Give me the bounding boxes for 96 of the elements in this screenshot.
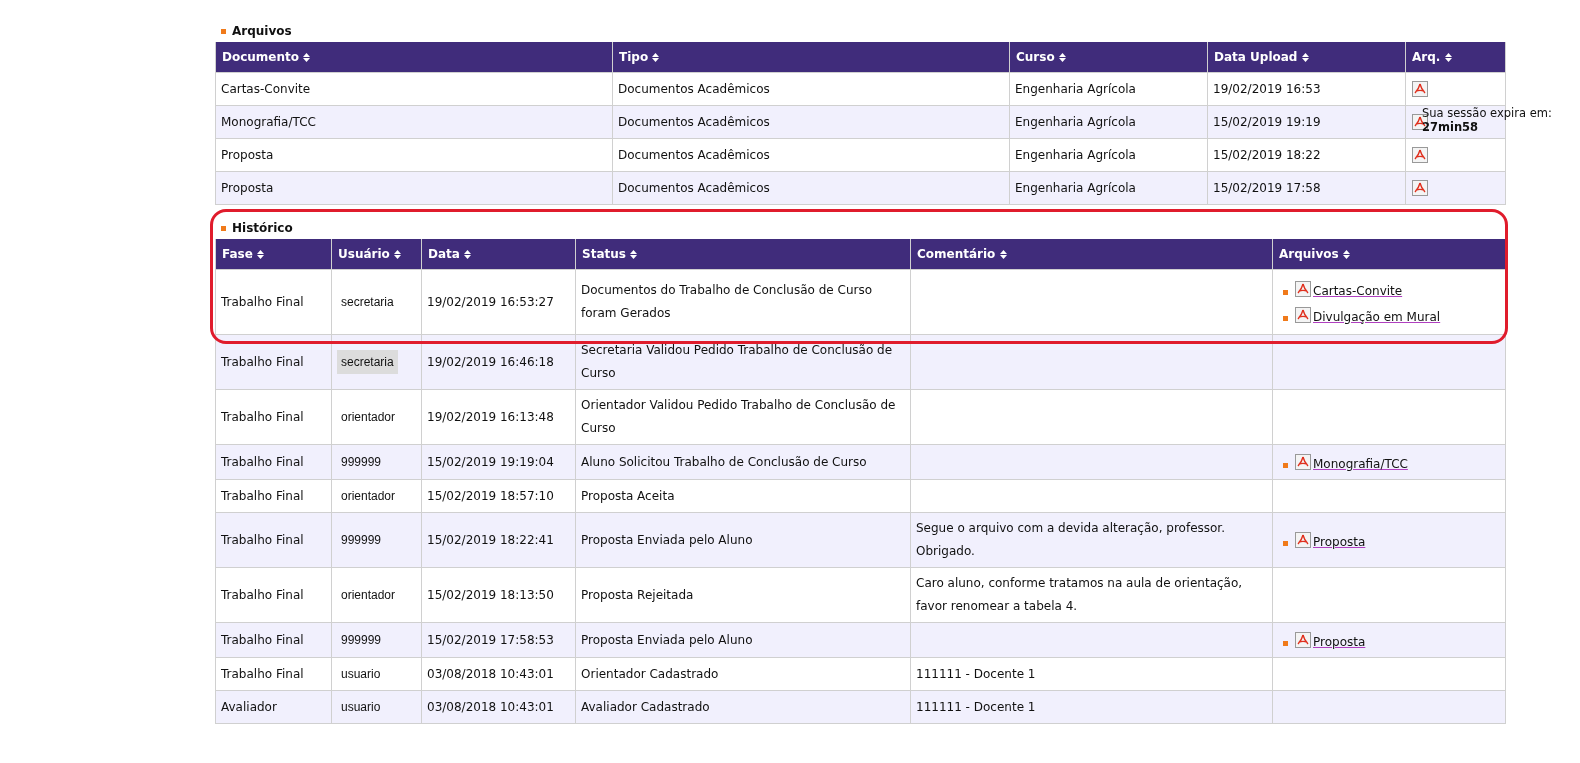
column-header[interactable]: Tipo: [612, 42, 1010, 73]
column-header[interactable]: Documento: [215, 42, 613, 73]
file-link[interactable]: Divulgação em Mural: [1313, 305, 1441, 329]
table-cell: 15/02/2019 18:57:10: [421, 479, 576, 513]
table-cell: Orientador Validou Pedido Trabalho de Conclusão de Curso: [575, 389, 911, 445]
column-header[interactable]: Data: [421, 239, 576, 270]
table-cell: Aluno Solicitou Trabalho de Conclusão de Curso: [575, 444, 911, 480]
section-title: Histórico: [232, 221, 293, 235]
comment-text: 111111 - Docente 1: [916, 666, 1036, 681]
session-label: Sua sessão expira em:: [1422, 106, 1552, 120]
sort-icon: [1058, 53, 1066, 62]
table-cell: 03/08/2018 10:43:01: [421, 657, 576, 691]
file-link[interactable]: Proposta: [1313, 530, 1366, 554]
table-cell: Trabalho Final: [215, 334, 332, 390]
session-timer: 27min58: [1422, 120, 1479, 134]
sort-icon: [652, 53, 660, 62]
table-cell: 15/02/2019 17:58:53: [421, 622, 576, 658]
table-cell-text: 999999: [340, 631, 383, 649]
sort-icon: [394, 250, 401, 259]
sort-icon: [1301, 53, 1309, 62]
bullet-icon: [1283, 462, 1288, 468]
table-cell: Proposta Enviada pelo Aluno: [575, 512, 911, 568]
table-cell-text: orientador: [340, 408, 397, 426]
table-cell: 15/02/2019 18:13:50: [421, 567, 576, 623]
bullet-icon: [1283, 540, 1288, 546]
table-cell: Avaliador: [215, 690, 332, 724]
table-cell: 19/02/2019 16:53: [1207, 72, 1406, 106]
table-cell: Proposta: [215, 171, 613, 205]
table-cell: 15/02/2019 17:58: [1207, 171, 1406, 205]
table-cell: 15/02/2019 19:19:04: [421, 444, 576, 480]
table-cell: Secretaria Validou Pedido Trabalho de Conclusão de Curso: [575, 334, 911, 390]
column-header[interactable]: Comentário: [910, 239, 1273, 270]
comment-text: Caro aluno, conforme tratamos na aula de orientação, favor renomear a tabela 4.: [916, 576, 1243, 613]
comment-text: Segue o arquivo com a devida alteração, professor. Obrigado.: [916, 521, 1225, 558]
table-cell: Proposta: [215, 138, 613, 172]
sort-icon: [1342, 250, 1350, 259]
table-cell: 15/02/2019 19:19: [1207, 105, 1406, 139]
table-cell-text: orientador: [340, 487, 397, 505]
bullet-icon: [221, 28, 226, 34]
sort-icon: [999, 250, 1007, 259]
table-cell: Documentos Acadêmicos: [612, 138, 1010, 172]
table-cell: Proposta Enviada pelo Aluno: [575, 622, 911, 658]
table-cell-text: secretaria: [340, 293, 395, 311]
file-link[interactable]: Proposta: [1313, 630, 1366, 654]
sort-icon: [630, 250, 638, 259]
table-cell: 15/02/2019 18:22:41: [421, 512, 576, 568]
table-cell: Orientador Cadastrado: [575, 657, 911, 691]
table-cell: Trabalho Final: [215, 389, 332, 445]
table-cell: 03/08/2018 10:43:01: [421, 690, 576, 724]
table-cell: 19/02/2019 16:53:27: [421, 269, 576, 335]
bullet-icon: [1283, 289, 1288, 295]
column-header[interactable]: Data Upload: [1207, 42, 1406, 73]
table-cell: Engenharia Agrícola: [1009, 138, 1208, 172]
table-cell: Monografia/TCC: [215, 105, 613, 139]
section-title: Arquivos: [232, 24, 292, 38]
table-cell: Documentos Acadêmicos: [612, 72, 1010, 106]
sort-icon: [303, 53, 311, 62]
sort-icon: [257, 250, 265, 259]
table-cell: Trabalho Final: [215, 512, 332, 568]
column-header[interactable]: Fase: [215, 239, 332, 270]
column-header[interactable]: Usuário: [331, 239, 422, 270]
sort-icon: [464, 250, 472, 259]
table-cell-text: usuario: [340, 698, 382, 716]
table-cell: Documentos do Trabalho de Conclusão de Curso foram Gerados: [575, 269, 911, 335]
column-header[interactable]: Status: [575, 239, 911, 270]
table-cell-text: usuario: [340, 665, 382, 683]
table-cell: 19/02/2019 16:13:48: [421, 389, 576, 445]
table-cell: 15/02/2019 18:22: [1207, 138, 1406, 172]
column-header[interactable]: Arq.: [1405, 42, 1506, 73]
table-cell: Proposta Rejeitada: [575, 567, 911, 623]
table-cell: Trabalho Final: [215, 567, 332, 623]
table-cell: Cartas-Convite: [215, 72, 613, 106]
table-cell: Trabalho Final: [215, 657, 332, 691]
table-cell: Trabalho Final: [215, 444, 332, 480]
table-cell: Engenharia Agrícola: [1009, 105, 1208, 139]
bullet-icon: [221, 225, 226, 231]
table-cell: Engenharia Agrícola: [1009, 171, 1208, 205]
table-cell: secretaria: [337, 349, 398, 374]
comment-text: 111111 - Docente 1: [916, 699, 1036, 714]
table-cell: 19/02/2019 16:46:18: [421, 334, 576, 390]
sort-icon: [1444, 53, 1452, 62]
bullet-icon: [1283, 315, 1288, 321]
table-cell: Proposta Aceita: [575, 479, 911, 513]
table-cell: Engenharia Agrícola: [1009, 72, 1208, 106]
table-cell-text: 999999: [340, 453, 383, 471]
bullet-icon: [1283, 640, 1288, 646]
table-cell: Trabalho Final: [215, 622, 332, 658]
table-cell: Trabalho Final: [215, 479, 332, 513]
column-header[interactable]: Arquivos: [1272, 239, 1506, 270]
table-cell: Documentos Acadêmicos: [612, 171, 1010, 205]
table-cell-text: 999999: [340, 531, 383, 549]
table-cell-text: orientador: [340, 586, 397, 604]
table-cell: Avaliador Cadastrado: [575, 690, 911, 724]
table-cell: Documentos Acadêmicos: [612, 105, 1010, 139]
column-header[interactable]: Curso: [1009, 42, 1208, 73]
file-link[interactable]: Cartas-Convite: [1313, 279, 1403, 303]
